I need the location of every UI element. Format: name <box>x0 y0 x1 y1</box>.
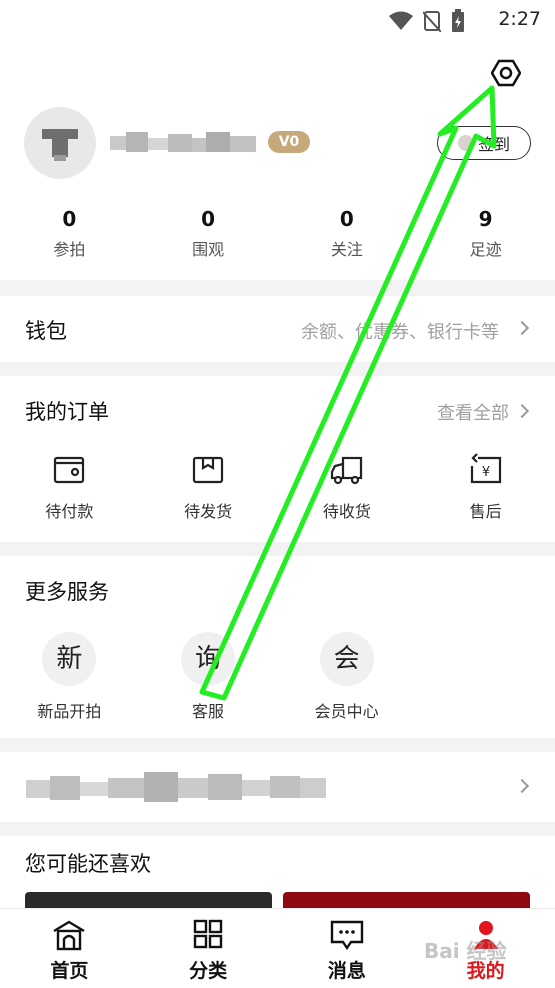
tab-label: 首页 <box>50 960 89 982</box>
chevron-right-icon <box>514 403 530 419</box>
recommend-title: 您可能还喜欢 <box>25 852 151 876</box>
order-status-row: 待付款 待发货 待收货 ¥ 售后 <box>0 452 555 522</box>
wallet-title: 钱包 <box>25 319 67 343</box>
stat-following[interactable]: 0 关注 <box>278 207 417 260</box>
service-new-auctions[interactable]: 新 新品开拍 <box>0 632 139 722</box>
wallet-icon <box>54 456 85 484</box>
profile-header: V0 签到 0 参拍 0 围观 0 关注 9 足迹 <box>0 40 555 280</box>
stat-watching[interactable]: 0 围观 <box>139 207 278 260</box>
status-icons <box>389 9 465 33</box>
tab-category[interactable]: 分类 <box>139 909 278 988</box>
service-label: 会员中心 <box>314 702 379 721</box>
inquiry-icon: 询 <box>181 632 235 686</box>
chevron-right-icon <box>514 320 530 336</box>
stat-value: 0 <box>339 207 354 231</box>
order-pending-payment[interactable]: 待付款 <box>0 452 139 522</box>
avatar-placeholder-icon <box>42 129 78 161</box>
new-icon: 新 <box>42 632 97 686</box>
view-all-orders-link[interactable]: 查看全部 <box>437 399 509 425</box>
stat-value: 0 <box>62 207 77 231</box>
battery-charging-icon <box>452 9 464 32</box>
services-card: 更多服务 新 新品开拍 询 客服 会 会员中心 <box>0 556 555 738</box>
grid-icon <box>193 919 223 949</box>
stat-value: 9 <box>478 207 493 231</box>
blurred-text <box>26 772 326 802</box>
services-title: 更多服务 <box>25 580 109 604</box>
status-time: 2:27 <box>498 8 541 30</box>
member-icon: 会 <box>319 632 374 686</box>
order-pending-receipt[interactable]: 待收货 <box>278 452 417 522</box>
order-status-label: 待发货 <box>184 502 233 521</box>
wallet-row[interactable]: 钱包 余额、优惠券、银行卡等 <box>0 296 555 362</box>
svg-text:¥: ¥ <box>481 465 489 480</box>
orders-card: 我的订单 查看全部 待付款 待发货 待收货 ¥ 售后 <box>0 376 555 542</box>
services-row: 新 新品开拍 询 客服 会 会员中心 <box>0 632 416 722</box>
status-bar: 2:27 <box>0 0 555 40</box>
tab-label: 消息 <box>327 960 366 982</box>
chevron-right-icon <box>514 778 530 794</box>
stat-bids[interactable]: 0 参拍 <box>0 207 139 260</box>
wallet-desc: 余额、优惠券、银行卡等 <box>301 322 499 343</box>
coin-icon <box>457 135 474 151</box>
home-icon <box>53 920 85 951</box>
stat-label: 参拍 <box>53 240 86 259</box>
baidu-jingyan-watermark: Bai 经验 <box>424 939 507 963</box>
blurred-banner-row[interactable] <box>0 752 555 822</box>
tab-messages[interactable]: 消息 <box>278 909 417 988</box>
stat-value: 0 <box>201 207 216 231</box>
orders-title: 我的订单 <box>25 400 109 424</box>
wifi-icon <box>389 11 413 30</box>
tab-home[interactable]: 首页 <box>0 909 139 988</box>
gear-icon[interactable] <box>491 58 521 88</box>
refund-icon: ¥ <box>470 453 501 484</box>
profile-stats: 0 参拍 0 围观 0 关注 9 足迹 <box>0 207 555 260</box>
message-icon <box>330 920 364 951</box>
service-member-center[interactable]: 会 会员中心 <box>277 632 416 722</box>
no-sim-icon <box>423 11 441 32</box>
stat-label: 足迹 <box>469 240 502 259</box>
username-blurred <box>110 132 256 152</box>
service-customer-support[interactable]: 询 客服 <box>139 632 278 722</box>
order-pending-shipment[interactable]: 待发货 <box>139 452 278 522</box>
service-label: 新品开拍 <box>37 702 102 721</box>
sign-in-label: 签到 <box>477 135 510 154</box>
order-status-label: 待收货 <box>322 502 371 521</box>
stat-label: 围观 <box>192 240 225 259</box>
vip-level-badge: V0 <box>268 131 310 153</box>
tab-label: 分类 <box>189 960 228 982</box>
stat-label: 关注 <box>330 240 363 259</box>
truck-icon <box>330 456 362 485</box>
order-status-label: 待付款 <box>45 502 94 521</box>
sign-in-button[interactable]: 签到 <box>437 126 531 160</box>
order-after-sales[interactable]: ¥ 售后 <box>416 452 555 522</box>
box-icon <box>193 456 224 484</box>
stat-footprint[interactable]: 9 足迹 <box>416 207 555 260</box>
avatar[interactable] <box>24 107 96 179</box>
service-label: 客服 <box>192 702 225 721</box>
order-status-label: 售后 <box>469 502 502 521</box>
